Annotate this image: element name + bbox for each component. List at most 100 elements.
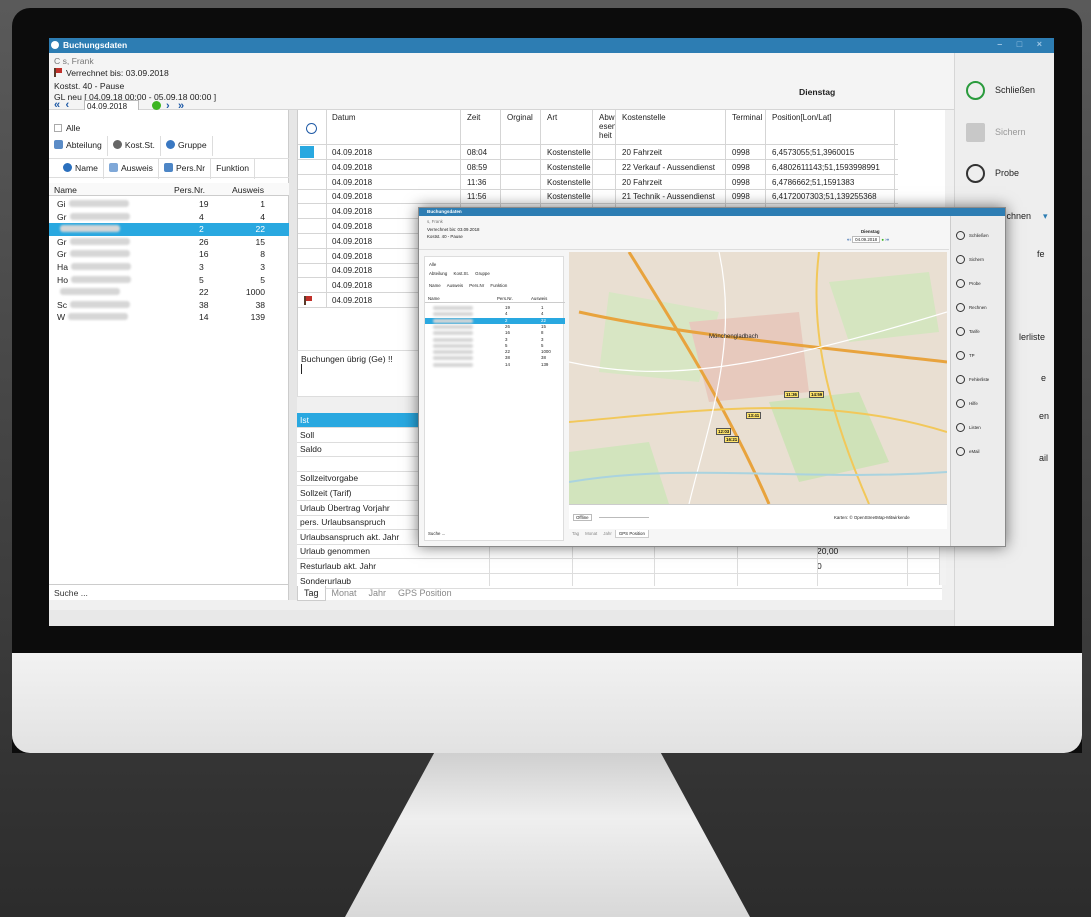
overlay-action-button[interactable]: Listen xyxy=(951,420,1005,436)
employee-ausweis: 15 xyxy=(255,236,265,247)
overlay-col-ausweis[interactable]: Ausweis xyxy=(531,296,547,301)
overlay-tab-gps[interactable]: GPS Position xyxy=(614,530,649,538)
prev-week-icon[interactable]: « xyxy=(54,100,60,111)
col-ausweis[interactable]: Ausweis xyxy=(232,185,264,195)
col-name[interactable]: Name xyxy=(54,185,77,195)
schliessen-button[interactable]: Schließen xyxy=(955,74,1054,106)
overlay-list-item[interactable]: 2 22 xyxy=(425,317,565,324)
abteilung-button[interactable]: Abteilung xyxy=(49,136,108,156)
persnr-sort-button[interactable]: Pers.Nr xyxy=(159,159,212,179)
overlay-list-item[interactable]: 38 38 xyxy=(425,355,565,361)
overlay-search-input[interactable]: Suche ... xyxy=(428,531,445,536)
window-controls[interactable]: – □ × xyxy=(997,39,1048,49)
overlay-list-item[interactable]: 22 1000 xyxy=(425,349,565,355)
overlay-action-button[interactable]: Fehlerliste xyxy=(951,372,1005,388)
zoom-slider[interactable] xyxy=(599,517,649,518)
overlay-ausweis: 4 xyxy=(541,311,544,317)
list-item[interactable]: Ho 5 5 xyxy=(49,274,289,287)
sichern-button[interactable]: Sichern xyxy=(955,116,1054,148)
splitter[interactable] xyxy=(289,110,297,600)
title-bar: Buchungsdaten – □ × xyxy=(49,38,1054,53)
list-item[interactable]: Gi 19 1 xyxy=(49,198,289,211)
badge-icon xyxy=(163,163,173,172)
ausweis-sort-button[interactable]: Ausweis xyxy=(104,159,159,179)
overlay-date[interactable]: 04.09.2018 xyxy=(852,236,881,243)
overlay-abteilung-button[interactable]: Abteilung xyxy=(429,271,447,276)
list-item[interactable]: Gr 16 8 xyxy=(49,248,289,261)
col-header[interactable]: Abw esen heit xyxy=(599,113,619,140)
row-selector[interactable] xyxy=(300,146,314,158)
list-item[interactable]: Ha 3 3 xyxy=(49,261,289,274)
tab-tag[interactable]: Tag xyxy=(297,586,326,601)
funktion-sort-button[interactable]: Funktion xyxy=(211,159,256,179)
gps-map[interactable]: Mönchengladbach 11:36 14:59 13:41 12:03 … xyxy=(569,252,947,504)
overlay-action-button[interactable]: Schließen xyxy=(951,228,1005,244)
employee-search-input[interactable]: Suche ... xyxy=(49,584,289,600)
overlay-list-item[interactable]: 19 1 xyxy=(425,305,565,311)
overlay-action-button[interactable]: Tarife xyxy=(951,324,1005,340)
map-badge-4[interactable]: 12:03 xyxy=(716,428,732,435)
map-badge-2[interactable]: 14:59 xyxy=(809,391,825,398)
tab-jahr[interactable]: Jahr xyxy=(363,586,393,600)
offline-toggle[interactable]: Offline xyxy=(573,514,592,521)
overlay-list-item[interactable]: 14 139 xyxy=(425,362,565,368)
overlay-col-name[interactable]: Name xyxy=(428,296,440,301)
map-badge-3[interactable]: 13:41 xyxy=(746,412,762,419)
employee-name: W xyxy=(57,312,66,323)
tab-gps-position[interactable]: GPS Position xyxy=(392,586,458,600)
overlay-tab-jahr[interactable]: Jahr xyxy=(600,530,615,537)
today-icon[interactable] xyxy=(152,101,161,110)
kostst-button[interactable]: Kost.St. xyxy=(108,136,161,156)
overlay-action-button[interactable]: Sichern xyxy=(951,252,1005,268)
overlay-col-persnr[interactable]: Pers.Nr. xyxy=(497,296,513,301)
list-item[interactable]: Gr 4 4 xyxy=(49,211,289,224)
list-item[interactable]: 2 22 xyxy=(49,223,289,236)
col-header[interactable]: Datum xyxy=(332,113,422,122)
map-badge-1[interactable]: 11:36 xyxy=(784,391,799,398)
status-strip xyxy=(49,610,954,626)
map-badge-5[interactable]: 16:21 xyxy=(724,436,740,443)
list-item[interactable]: Sc 38 38 xyxy=(49,299,289,312)
col-header[interactable]: Kostenstelle xyxy=(622,113,712,122)
employee-persnr: 19 xyxy=(199,199,209,209)
list-item[interactable]: Gr 26 15 xyxy=(49,236,289,249)
overlay-list-item[interactable]: 55 xyxy=(425,343,565,349)
overlay-action-label: eMail xyxy=(969,449,980,454)
overlay-name-button[interactable]: Name xyxy=(429,283,441,288)
overlay-list-item[interactable]: 33 xyxy=(425,337,565,343)
overlay-action-button[interactable]: TP xyxy=(951,348,1005,364)
overlay-list-item[interactable]: 26 15 xyxy=(425,324,565,330)
overlay-alle[interactable]: Alle xyxy=(429,262,436,267)
list-item[interactable]: 22 1000 xyxy=(49,286,289,299)
overlay-action-button[interactable]: eMail xyxy=(951,444,1005,460)
col-persnr[interactable]: Pers.Nr. xyxy=(174,185,205,195)
list-item[interactable]: W 14 139 xyxy=(49,311,289,324)
prev-day-icon[interactable]: ‹ xyxy=(66,100,70,111)
overlay-action-button[interactable]: Hilfe xyxy=(951,396,1005,412)
overlay-next-icon[interactable]: ›» xyxy=(885,237,889,242)
chevron-down-icon[interactable]: ▾ xyxy=(1043,211,1048,222)
tab-monat[interactable]: Monat xyxy=(326,586,363,600)
overlay-action-button[interactable]: Rechnen xyxy=(951,300,1005,316)
overlay-kostst-button[interactable]: Kost.St. xyxy=(454,271,469,276)
name-sort-button[interactable]: Name xyxy=(49,159,104,179)
table-cell: 04.09.2018 xyxy=(332,192,373,202)
alle-checkbox[interactable] xyxy=(54,124,62,132)
overlay-gruppe-button[interactable]: Gruppe xyxy=(475,271,490,276)
overlay-tab-tag[interactable]: Tag xyxy=(569,530,582,537)
probe-button[interactable]: Probe xyxy=(955,157,1054,189)
overlay-funktion-button[interactable]: Funktion xyxy=(490,283,507,288)
overlay-list-item[interactable]: 16 8 xyxy=(425,330,565,336)
overlay-action-button[interactable]: Probe xyxy=(951,276,1005,292)
overlay-persnr-button[interactable]: Pers.Nr xyxy=(469,283,484,288)
overlay-ausweis-button[interactable]: Ausweis xyxy=(447,283,463,288)
globe-icon[interactable] xyxy=(306,123,317,134)
employee-name-cell: Sc xyxy=(57,300,131,310)
overlay-action-label: Probe xyxy=(969,281,981,286)
overlay-list-item[interactable]: 44 xyxy=(425,311,565,317)
overlay-tab-monat[interactable]: Monat xyxy=(582,530,600,537)
alle-checkbox-row[interactable]: Alle xyxy=(54,123,80,133)
gruppe-button[interactable]: Gruppe xyxy=(161,136,213,156)
overlay-date-nav[interactable]: «‹ 04.09.2018 ● ›» xyxy=(847,236,889,243)
col-header[interactable]: Position[Lon/Lat] xyxy=(772,113,862,122)
